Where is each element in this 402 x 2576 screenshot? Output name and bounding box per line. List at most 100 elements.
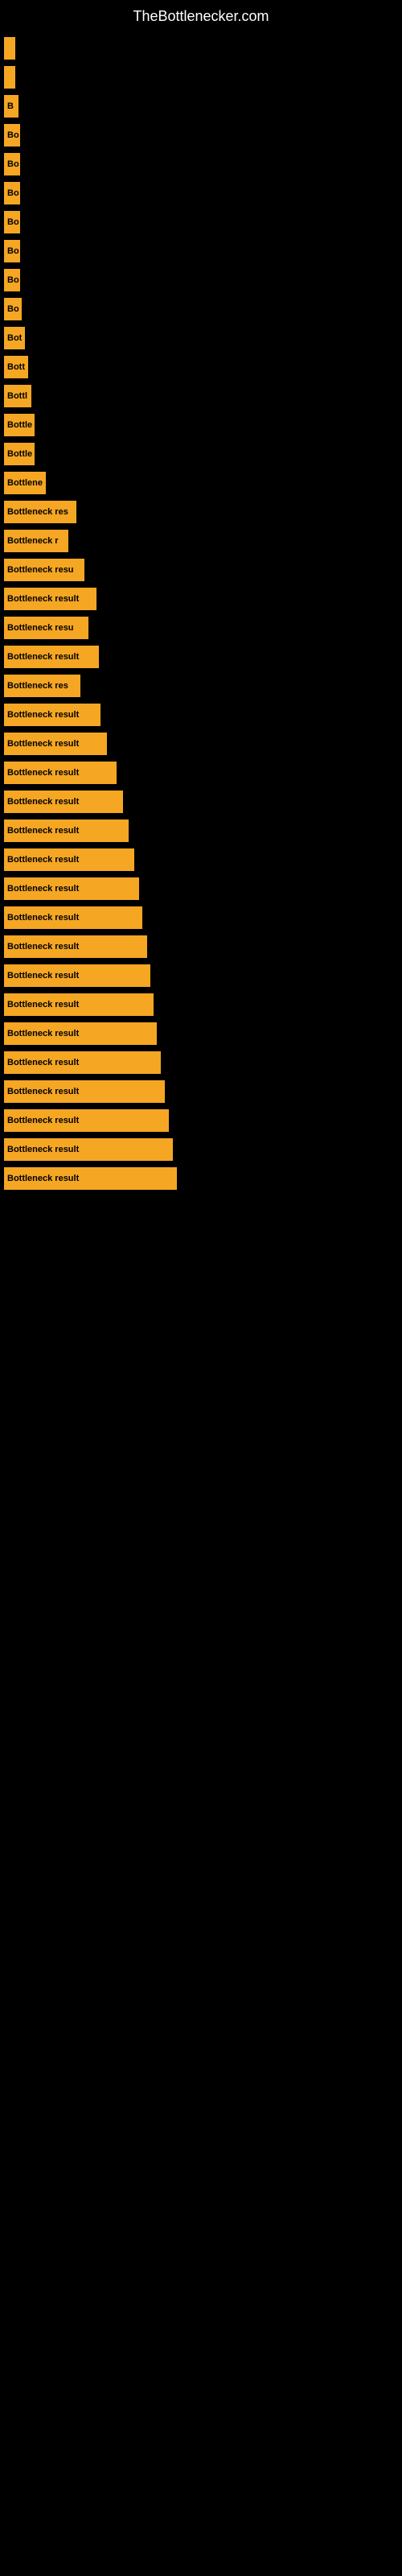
bar-label: Bottleneck result bbox=[7, 1116, 79, 1125]
bar-label: Bo bbox=[7, 275, 19, 285]
bar-label: Bottleneck result bbox=[7, 1145, 79, 1154]
bar-label: Bottleneck result bbox=[7, 942, 79, 952]
bar-row: Bottleneck result bbox=[0, 848, 402, 871]
bar-row: Bottlene bbox=[0, 472, 402, 494]
bar-label: Bottleneck result bbox=[7, 884, 79, 894]
bar-row: Bottleneck result bbox=[0, 1080, 402, 1103]
result-bar: Bottleneck result bbox=[4, 848, 134, 871]
result-bar: Bott bbox=[4, 356, 28, 378]
bar-row: Bottleneck result bbox=[0, 762, 402, 784]
bar-row: Bo bbox=[0, 124, 402, 147]
bar-label: Bottleneck result bbox=[7, 710, 79, 720]
result-bar: Bottleneck result bbox=[4, 993, 154, 1016]
bar-row: Bottleneck result bbox=[0, 935, 402, 958]
bar-label: Bottl bbox=[7, 391, 27, 401]
bar-row: Bottleneck result bbox=[0, 646, 402, 668]
result-bar: Bottleneck result bbox=[4, 906, 142, 929]
result-bar: Bottleneck resu bbox=[4, 559, 84, 581]
result-bar: Bottle bbox=[4, 443, 35, 465]
bar-row: Bo bbox=[0, 153, 402, 175]
bar-row: Bottleneck result bbox=[0, 993, 402, 1016]
bar-row: Bottleneck result bbox=[0, 906, 402, 929]
bar-row: B bbox=[0, 95, 402, 118]
bar-label: Bottleneck result bbox=[7, 913, 79, 923]
result-bar: Bo bbox=[4, 240, 20, 262]
result-bar: Bot bbox=[4, 327, 25, 349]
bar-row: Bottleneck result bbox=[0, 964, 402, 987]
bar-label: Bottleneck result bbox=[7, 652, 79, 662]
result-bar bbox=[4, 66, 15, 89]
bar-label: Bottleneck result bbox=[7, 768, 79, 778]
bar-label: Bottleneck result bbox=[7, 594, 79, 604]
result-bar: Bottleneck result bbox=[4, 1051, 161, 1074]
bar-label: Bo bbox=[7, 159, 19, 169]
bar-row: Bottleneck r bbox=[0, 530, 402, 552]
bar-row bbox=[0, 66, 402, 89]
bar-label: Bottle bbox=[7, 449, 32, 459]
bar-label: Bottleneck resu bbox=[7, 565, 74, 575]
result-bar: B bbox=[4, 95, 18, 118]
result-bar: Bottleneck res bbox=[4, 675, 80, 697]
result-bar: Bottleneck result bbox=[4, 704, 100, 726]
bar-row: Bottl bbox=[0, 385, 402, 407]
bar-row: Bottleneck result bbox=[0, 791, 402, 813]
result-bar: Bottleneck result bbox=[4, 877, 139, 900]
bar-label: Bottleneck result bbox=[7, 971, 79, 980]
result-bar: Bottleneck result bbox=[4, 762, 117, 784]
result-bar: Bottleneck result bbox=[4, 1109, 169, 1132]
bar-row: Bottleneck result bbox=[0, 1022, 402, 1045]
bar-row: Bottleneck result bbox=[0, 1167, 402, 1190]
bar-label: Bottleneck result bbox=[7, 1029, 79, 1038]
bar-row: Bo bbox=[0, 211, 402, 233]
bar-row bbox=[0, 37, 402, 60]
bar-label: Bo bbox=[7, 304, 19, 314]
result-bar: Bo bbox=[4, 124, 20, 147]
result-bar: Bo bbox=[4, 153, 20, 175]
result-bar: Bottleneck result bbox=[4, 1138, 173, 1161]
bar-label: Bot bbox=[7, 333, 22, 343]
result-bar: Bo bbox=[4, 211, 20, 233]
bar-row: Bottleneck result bbox=[0, 819, 402, 842]
bar-label: Bottleneck result bbox=[7, 739, 79, 749]
result-bar: Bottleneck result bbox=[4, 1080, 165, 1103]
site-title: TheBottlenecker.com bbox=[0, 0, 402, 29]
result-bar: Bottleneck result bbox=[4, 964, 150, 987]
bar-label: B bbox=[7, 101, 14, 111]
bar-row: Bottleneck resu bbox=[0, 617, 402, 639]
result-bar: Bottlene bbox=[4, 472, 46, 494]
bar-row: Bottleneck result bbox=[0, 733, 402, 755]
bar-label: Bottle bbox=[7, 420, 32, 430]
bar-label: Bottleneck result bbox=[7, 826, 79, 836]
bar-label: Bott bbox=[7, 362, 25, 372]
bar-row: Bott bbox=[0, 356, 402, 378]
bar-row: Bottleneck result bbox=[0, 1051, 402, 1074]
bar-label: Bo bbox=[7, 246, 19, 256]
result-bar: Bottleneck res bbox=[4, 501, 76, 523]
bar-row: Bo bbox=[0, 240, 402, 262]
bar-row: Bottleneck result bbox=[0, 1138, 402, 1161]
bar-row: Bottleneck result bbox=[0, 1109, 402, 1132]
bar-row: Bottleneck res bbox=[0, 501, 402, 523]
bar-row: Bo bbox=[0, 269, 402, 291]
result-bar: Bo bbox=[4, 182, 20, 204]
bar-label: Bottleneck res bbox=[7, 507, 68, 517]
bar-label: Bottleneck resu bbox=[7, 623, 74, 633]
bar-row: Bottleneck result bbox=[0, 588, 402, 610]
result-bar: Bottleneck r bbox=[4, 530, 68, 552]
bar-row: Bottleneck result bbox=[0, 704, 402, 726]
bar-label: Bottlene bbox=[7, 478, 43, 488]
bar-label: Bottleneck result bbox=[7, 1174, 79, 1183]
result-bar: Bottleneck result bbox=[4, 1022, 157, 1045]
bar-row: Bottleneck resu bbox=[0, 559, 402, 581]
result-bar bbox=[4, 37, 15, 60]
bar-label: Bottleneck result bbox=[7, 797, 79, 807]
bar-label: Bottleneck result bbox=[7, 1000, 79, 1009]
bar-row: Bo bbox=[0, 298, 402, 320]
result-bar: Bo bbox=[4, 269, 20, 291]
bar-row: Bo bbox=[0, 182, 402, 204]
bar-label: Bottleneck result bbox=[7, 1087, 79, 1096]
result-bar: Bottle bbox=[4, 414, 35, 436]
bar-row: Bottleneck res bbox=[0, 675, 402, 697]
bars-container: B Bo Bo Bo Bo Bo Bo Bo Bot Bott Bottl Bottle Bottle B… bbox=[0, 29, 402, 1204]
bar-label: Bottleneck result bbox=[7, 855, 79, 865]
